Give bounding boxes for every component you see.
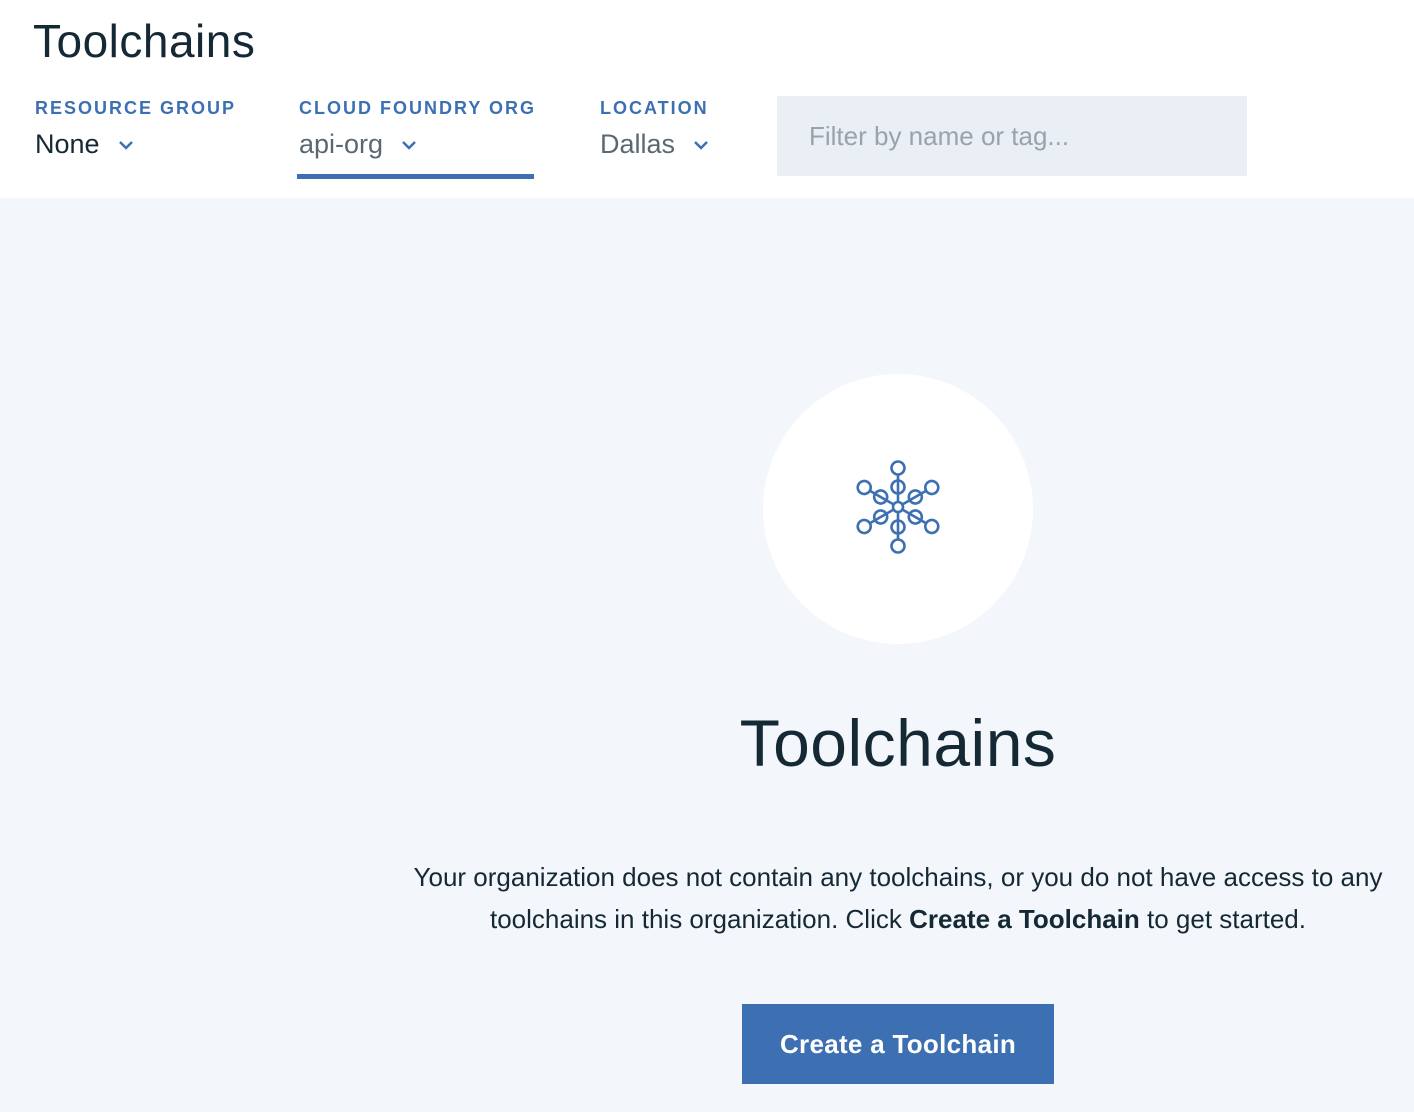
page-header: Toolchains RESOURCE GROUP None CLOUD FOU…: [0, 0, 1414, 198]
empty-state-illustration: [763, 374, 1033, 644]
chevron-down-icon: [401, 140, 417, 150]
empty-state-description: Your organization does not contain any t…: [398, 856, 1398, 940]
create-toolchain-button[interactable]: Create a Toolchain: [742, 1004, 1054, 1084]
location-label: LOCATION: [600, 98, 709, 118]
cloud-foundry-org-filter[interactable]: CLOUD FOUNDRY ORG api-org: [299, 98, 536, 160]
location-dropdown[interactable]: Dallas: [600, 129, 709, 160]
location-filter[interactable]: LOCATION Dallas: [600, 98, 709, 160]
toolchain-icon: [848, 457, 948, 562]
empty-state-title: Toolchains: [739, 706, 1057, 780]
filter-search-input[interactable]: [777, 96, 1247, 176]
resource-group-label: RESOURCE GROUP: [35, 98, 237, 118]
location-value: Dallas: [600, 129, 676, 159]
empty-state-description-emphasis: Create a Toolchain: [909, 904, 1140, 934]
active-filter-underline: [297, 174, 534, 179]
resource-group-dropdown[interactable]: None: [35, 129, 236, 160]
cloud-foundry-org-label: CLOUD FOUNDRY ORG: [299, 98, 537, 118]
empty-state-description-tail: to get started.: [1139, 904, 1306, 934]
chevron-down-icon: [118, 140, 134, 150]
chevron-down-icon: [693, 140, 709, 150]
resource-group-value: None: [35, 129, 100, 159]
cloud-foundry-org-value: api-org: [299, 129, 384, 159]
page-title: Toolchains: [33, 15, 256, 67]
resource-group-filter[interactable]: RESOURCE GROUP None: [35, 98, 236, 160]
cloud-foundry-org-dropdown[interactable]: api-org: [299, 129, 536, 160]
